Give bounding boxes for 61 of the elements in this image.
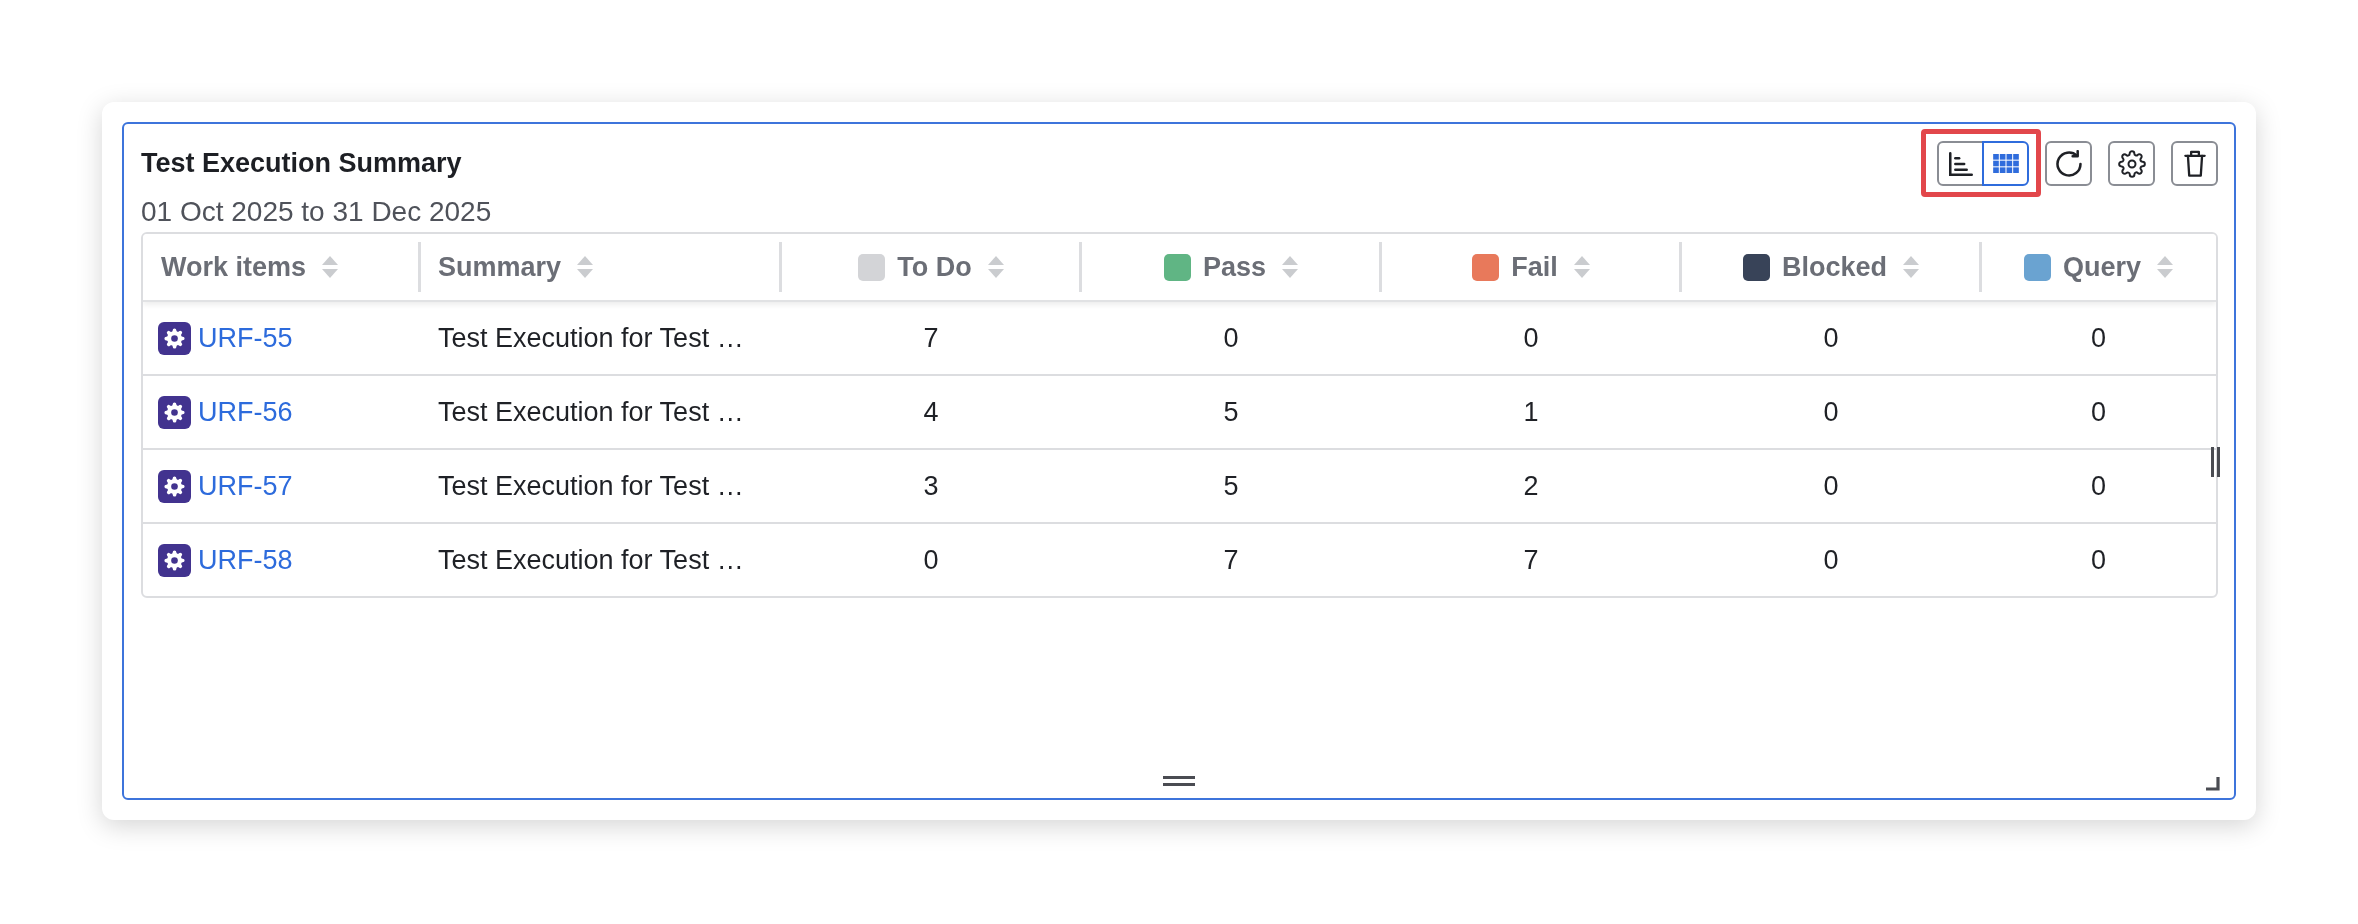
table-cell-text: Test Execution for Test …	[437, 469, 745, 503]
sort-icon	[1573, 255, 1590, 279]
table-view-button[interactable]	[1982, 141, 2029, 186]
refresh-icon	[2054, 149, 2083, 178]
table-cell-text: 0	[1222, 321, 1240, 355]
sort-icon	[322, 255, 339, 279]
bar-chart-icon	[1948, 151, 1973, 176]
horizontal-resize-handle-icon[interactable]	[1163, 776, 1195, 786]
gear-icon	[158, 543, 191, 577]
work-item-link[interactable]: URF-57	[198, 470, 293, 502]
column-header[interactable]: Summary	[420, 234, 781, 300]
table-cell-text: 7	[1522, 543, 1540, 577]
column-header[interactable]: Pass	[1081, 234, 1381, 300]
table-cell-text: 0	[1822, 543, 1840, 577]
table-cell-text: 0	[1822, 469, 1840, 503]
table-cell-text: 7	[922, 321, 940, 355]
table-cell-text: 0	[1522, 321, 1540, 355]
sort-icon	[577, 255, 594, 279]
table-cell-text: 0	[2090, 321, 2107, 355]
work-item-link[interactable]: URF-56	[198, 396, 293, 428]
table-cell-text: 1	[1522, 395, 1540, 429]
table-cell-text: 0	[922, 543, 940, 577]
corner-resize-icon[interactable]	[2206, 777, 2220, 791]
column-header[interactable]: Blocked	[1681, 234, 1981, 300]
table-cell-text: 0	[2090, 395, 2107, 429]
refresh-button[interactable]	[2045, 141, 2092, 186]
chart-view-button[interactable]	[1937, 141, 1984, 186]
vertical-resize-handle-icon[interactable]	[2211, 447, 2220, 477]
table-cell-text: Test Execution for Test …	[437, 543, 745, 577]
table-cell-text: 7	[1222, 543, 1240, 577]
table-cell-text: Test Execution for Test …	[437, 395, 745, 429]
table-cell-text: Test Execution for Test …	[437, 321, 745, 355]
settings-icon	[2117, 149, 2146, 178]
sort-icon	[1903, 255, 1919, 279]
work-item-link[interactable]: URF-58	[198, 544, 293, 576]
delete-button[interactable]	[2171, 141, 2218, 186]
date-range: 01 Oct 2025 to 31 Dec 2025	[141, 195, 492, 229]
column-header[interactable]: Work items	[143, 234, 420, 300]
settings-button[interactable]	[2108, 141, 2155, 186]
sort-icon	[2157, 255, 2173, 279]
table-icon	[1992, 154, 2019, 173]
table-cell-text: 0	[1822, 395, 1840, 429]
table-cell-text: 5	[1222, 469, 1240, 503]
column-header[interactable]: Fail	[1381, 234, 1681, 300]
table-cell-text: 5	[1222, 395, 1240, 429]
gear-icon	[158, 469, 191, 503]
column-header[interactable]: Query	[1981, 234, 2216, 300]
trash-icon	[2183, 150, 2206, 177]
table-cell-text: 4	[922, 395, 940, 429]
table-cell-text: 2	[1522, 469, 1540, 503]
sort-icon	[1282, 255, 1299, 279]
sort-icon	[987, 255, 1004, 279]
column-header[interactable]: To Do	[781, 234, 1081, 300]
widget-title: Test Execution Summary	[141, 147, 463, 180]
table-cell-text: 3	[922, 469, 940, 503]
table-cell-text: 0	[2090, 469, 2107, 503]
gear-icon	[158, 395, 191, 429]
work-item-link[interactable]: URF-55	[198, 322, 293, 354]
table-cell-text: 0	[2090, 543, 2107, 577]
gear-icon	[158, 321, 191, 355]
table-cell-text: 0	[1822, 321, 1840, 355]
